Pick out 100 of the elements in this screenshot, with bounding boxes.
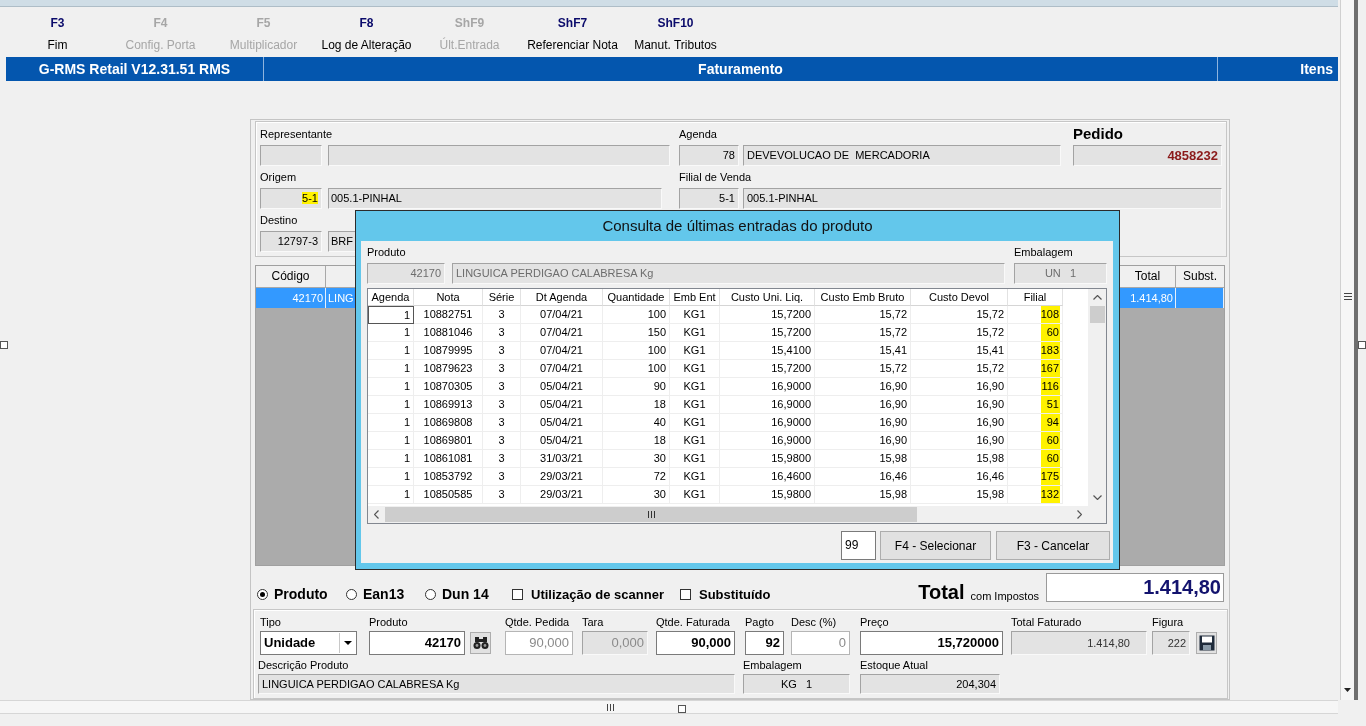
field-label: Filial de Venda bbox=[679, 170, 752, 184]
input-field[interactable]: 90,000 bbox=[656, 631, 735, 655]
table-cell: 10853792 bbox=[414, 468, 483, 486]
table-cell: 15,72 bbox=[815, 324, 911, 342]
table-cell: 07/04/21 bbox=[521, 360, 603, 378]
table-cell: 3 bbox=[483, 414, 521, 432]
field-label: Pagto bbox=[745, 616, 774, 628]
function-key-button[interactable]: F8 Log de Alteração bbox=[315, 8, 418, 56]
field-label: Preço bbox=[860, 616, 889, 628]
table-cell: 16,9000 bbox=[720, 432, 815, 450]
table-cell: 05/04/21 bbox=[521, 432, 603, 450]
screen-title: Faturamento bbox=[264, 57, 1218, 81]
dialog-button[interactable]: F4 - Selecionar bbox=[880, 531, 991, 560]
radio-option[interactable]: Produto bbox=[257, 585, 346, 603]
table-cell: 15,9800 bbox=[720, 450, 815, 468]
dropdown[interactable]: Unidade bbox=[260, 631, 357, 655]
column-header[interactable]: Quantidade bbox=[603, 289, 670, 306]
table-cell: 16,4600 bbox=[720, 468, 815, 486]
table-cell: 30 bbox=[603, 450, 670, 468]
search-button[interactable] bbox=[470, 632, 491, 654]
table-cell: 10882751 bbox=[414, 306, 483, 324]
table-cell: 15,98 bbox=[815, 486, 911, 504]
readonly-field: 78 bbox=[679, 145, 739, 166]
vertical-scrollbar[interactable] bbox=[1088, 289, 1106, 506]
readonly-field: LINGUICA PERDIGAO CALABRESA Kg bbox=[452, 263, 1005, 284]
vertical-scrollbar[interactable] bbox=[1340, 0, 1358, 700]
column-header[interactable]: Dt Agenda bbox=[521, 289, 603, 306]
readonly-field: 12797-3 bbox=[260, 231, 322, 252]
input-field[interactable]: 42170 bbox=[369, 631, 465, 655]
column-header[interactable]: Emb Ent bbox=[670, 289, 720, 306]
table-cell: 60 bbox=[1008, 324, 1063, 342]
table-cell: 15,7200 bbox=[720, 360, 815, 378]
table-cell: 16,46 bbox=[815, 468, 911, 486]
table-cell: 3 bbox=[483, 360, 521, 378]
scroll-thumb[interactable] bbox=[385, 507, 917, 522]
grip-icon bbox=[1344, 293, 1352, 300]
column-header[interactable]: Série bbox=[483, 289, 521, 306]
table-cell: 108 bbox=[1008, 306, 1063, 324]
checkbox-option[interactable]: Substituído bbox=[680, 585, 771, 603]
save-button[interactable] bbox=[1196, 632, 1217, 654]
count-field[interactable]: 99 bbox=[841, 531, 876, 560]
caret-icon bbox=[339, 633, 355, 653]
field-label: Total Faturado bbox=[1011, 616, 1082, 628]
column-header[interactable]: Custo Devol bbox=[911, 289, 1008, 306]
field-label: Qtde. Faturada bbox=[656, 616, 730, 628]
table-cell: KG1 bbox=[670, 468, 720, 486]
table-cell: 15,72 bbox=[815, 306, 911, 324]
resize-handle-icon[interactable] bbox=[0, 341, 8, 349]
table-cell: 10869808 bbox=[414, 414, 483, 432]
checkbox-option[interactable]: Utilização de scanner bbox=[512, 585, 680, 603]
table-cell: 1 bbox=[368, 378, 414, 396]
table-cell: 3 bbox=[483, 432, 521, 450]
table-cell: 1 bbox=[368, 414, 414, 432]
function-key-button[interactable]: ShF10 Manut. Tributos bbox=[624, 8, 727, 56]
horizontal-scrollbar[interactable] bbox=[368, 506, 1106, 523]
column-header[interactable]: Custo Uni. Liq. bbox=[720, 289, 815, 306]
column-header[interactable]: Nota bbox=[414, 289, 483, 306]
table-cell: 16,9000 bbox=[720, 378, 815, 396]
binoculars-icon bbox=[472, 636, 489, 650]
resize-handle-icon[interactable] bbox=[678, 705, 686, 713]
table-cell: 30 bbox=[603, 486, 670, 504]
total-label: Total bbox=[918, 582, 965, 602]
function-key-button[interactable]: ShF7 Referenciar Nota bbox=[521, 8, 624, 56]
field-label: Embalagem bbox=[1014, 245, 1073, 259]
table-cell: 3 bbox=[483, 342, 521, 360]
table-cell: 16,90 bbox=[815, 396, 911, 414]
field-label: Origem bbox=[260, 170, 297, 184]
table-cell: 3 bbox=[483, 378, 521, 396]
dialog-title: Consulta de últimas entradas do produto bbox=[601, 216, 874, 236]
resize-handle-icon[interactable] bbox=[1358, 341, 1366, 349]
readonly-field: KG 1 bbox=[743, 674, 850, 694]
field-label: Tipo bbox=[260, 616, 281, 628]
table-cell: 07/04/21 bbox=[521, 306, 603, 324]
table-cell: 15,98 bbox=[815, 450, 911, 468]
column-header[interactable]: Agenda bbox=[368, 289, 414, 306]
table-cell: 3 bbox=[483, 450, 521, 468]
scroll-thumb[interactable] bbox=[1089, 306, 1105, 323]
input-field: 0 bbox=[791, 631, 850, 655]
table-cell: 05/04/21 bbox=[521, 396, 603, 414]
radio-option[interactable]: Dun 14 bbox=[425, 585, 512, 603]
horizontal-scrollbar[interactable] bbox=[0, 700, 1338, 714]
function-key-button[interactable]: F3 Fim bbox=[6, 8, 109, 56]
readonly-field: 204,304 bbox=[860, 674, 1000, 694]
app-title: G-RMS Retail V12.31.51 RMS bbox=[6, 57, 264, 81]
table-cell[interactable] bbox=[1176, 288, 1224, 308]
table-cell: 1 bbox=[368, 324, 414, 342]
readonly-field: 5-1 bbox=[260, 188, 322, 209]
field-label: Desc (%) bbox=[791, 616, 837, 628]
input-field[interactable]: 92 bbox=[745, 631, 784, 655]
table-cell: 05/04/21 bbox=[521, 414, 603, 432]
table-cell: 3 bbox=[483, 306, 521, 324]
grip-icon bbox=[646, 511, 656, 518]
table-cell: KG1 bbox=[670, 342, 720, 360]
input-field[interactable]: 15,720000 bbox=[860, 631, 1003, 655]
radio-option[interactable]: Ean13 bbox=[346, 585, 425, 603]
table-cell: 15,4100 bbox=[720, 342, 815, 360]
dialog-button[interactable]: F3 - Cancelar bbox=[996, 531, 1110, 560]
input-field: 90,000 bbox=[505, 631, 573, 655]
column-header[interactable]: Custo Emb Bruto bbox=[815, 289, 911, 306]
table-cell: KG1 bbox=[670, 432, 720, 450]
